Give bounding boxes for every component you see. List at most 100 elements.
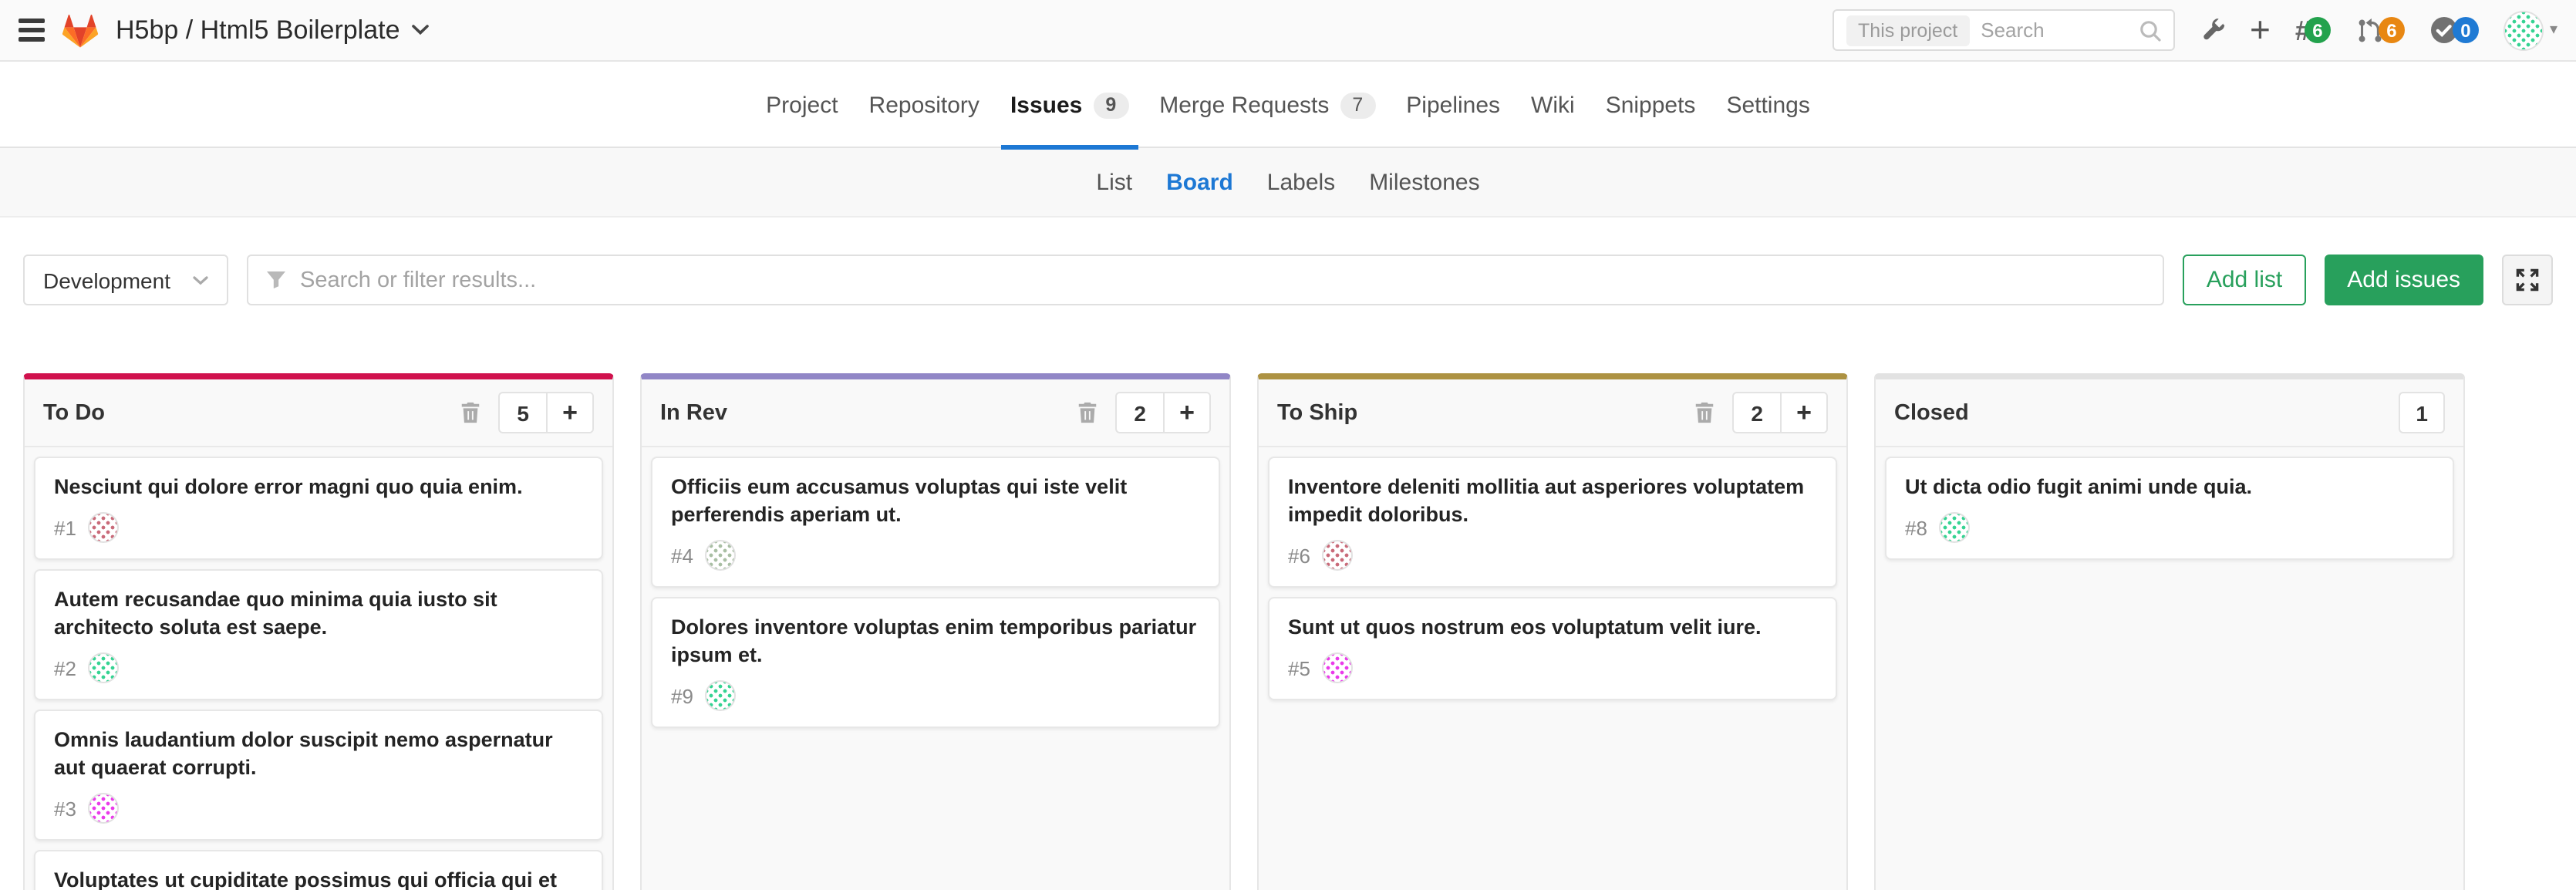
issues-count-badge: 6 — [2305, 17, 2331, 43]
trash-icon — [1077, 401, 1098, 424]
tab-repository[interactable]: Repository — [869, 62, 979, 148]
board-search-input[interactable] — [300, 268, 2146, 292]
issue-count: 2 — [1734, 393, 1780, 432]
merge-requests-button[interactable]: 6 — [2355, 16, 2405, 44]
tab-wiki[interactable]: Wiki — [1531, 62, 1575, 148]
trash-icon — [1694, 401, 1715, 424]
column-header: To Do 5 + — [25, 379, 612, 447]
issue-card[interactable]: Omnis laudantium dolor suscipit nemo asp… — [34, 710, 603, 841]
milestone-dropdown[interactable]: Development — [23, 255, 228, 305]
issue-title: Voluptates ut cupiditate possimus qui of… — [54, 868, 583, 890]
chevron-down-icon — [192, 275, 207, 285]
tab-issues-label: Issues — [1010, 92, 1082, 118]
board-column-todo: To Do 5 + Nesciunt qui dolore error magn… — [23, 373, 614, 890]
delete-list-button[interactable] — [1077, 401, 1098, 424]
issue-id: #5 — [1288, 656, 1310, 679]
column-title: In Rev — [660, 400, 727, 425]
assignee-avatar[interactable] — [89, 794, 120, 824]
hamburger-menu-icon[interactable] — [19, 19, 45, 41]
issue-count: 1 — [2399, 392, 2445, 433]
column-header: To Ship 2 + — [1259, 379, 1846, 447]
column-title: To Ship — [1277, 400, 1357, 425]
assignee-avatar[interactable] — [89, 512, 120, 543]
delete-list-button[interactable] — [1694, 401, 1715, 424]
issue-card[interactable]: Nesciunt qui dolore error magni quo quia… — [34, 457, 603, 560]
issue-card[interactable]: Sunt ut quos nostrum eos voluptatum veli… — [1268, 597, 1837, 700]
card-list: Ut dicta odio fugit animi unde quia. #8 — [1876, 447, 2463, 569]
add-issues-button[interactable]: Add issues — [2324, 255, 2483, 305]
column-title: Closed — [1894, 400, 1969, 425]
add-issue-to-list-button[interactable]: + — [1163, 393, 1209, 432]
column-count-control: 2 + — [1115, 392, 1211, 433]
chevron-down-icon — [413, 25, 430, 35]
issue-card[interactable]: Voluptates ut cupiditate possimus qui of… — [34, 851, 603, 890]
add-list-button[interactable]: Add list — [2183, 255, 2305, 305]
assignee-avatar[interactable] — [1323, 540, 1354, 571]
column-title: To Do — [43, 400, 105, 425]
new-menu-button[interactable]: + — [2250, 12, 2271, 48]
gitlab-logo-icon[interactable] — [62, 13, 99, 47]
tab-pipelines[interactable]: Pipelines — [1406, 62, 1500, 148]
tab-settings[interactable]: Settings — [1726, 62, 1809, 148]
board-column-to-ship: To Ship 2 + Inventore deleniti mollitia … — [1257, 373, 1848, 890]
tab-merge-requests-label: Merge Requests — [1159, 92, 1329, 118]
delete-list-button[interactable] — [460, 401, 481, 424]
issue-title: Ut dicta odio fugit animi unde quia. — [1905, 474, 2434, 501]
board-column-closed: Closed 1 Ut dicta odio fugit animi unde … — [1874, 373, 2465, 890]
issue-count: 2 — [1117, 393, 1163, 432]
subnav-labels[interactable]: Labels — [1267, 169, 1335, 195]
project-switcher[interactable]: H5bp / Html5 Boilerplate — [116, 15, 430, 46]
wrench-icon — [2199, 17, 2225, 43]
issue-id: #3 — [54, 797, 76, 821]
issue-title: Autem recusandae quo minima quia iusto s… — [54, 586, 583, 642]
fullscreen-button[interactable] — [2502, 255, 2553, 305]
assignee-avatar[interactable] — [89, 652, 120, 683]
assignee-avatar[interactable] — [706, 681, 737, 712]
project-nav: Project Repository Issues 9 Merge Reques… — [0, 62, 2576, 148]
project-title: H5bp / Html5 Boilerplate — [116, 15, 400, 46]
merge-requests-tab-badge: 7 — [1340, 92, 1375, 118]
issue-board: To Do 5 + Nesciunt qui dolore error magn… — [0, 305, 2576, 890]
issue-card[interactable]: Dolores inventore voluptas enim temporib… — [651, 597, 1220, 728]
navbar-right: This project + # 6 6 — [1832, 9, 2557, 51]
tab-snippets[interactable]: Snippets — [1606, 62, 1696, 148]
issue-id: #6 — [1288, 544, 1310, 567]
user-avatar — [2504, 10, 2544, 50]
caret-down-icon: ▾ — [2550, 22, 2557, 39]
card-list: Nesciunt qui dolore error magni quo quia… — [25, 447, 612, 890]
admin-wrench-button[interactable] — [2199, 17, 2225, 43]
issue-title: Nesciunt qui dolore error magni quo quia… — [54, 474, 583, 501]
todos-button[interactable]: 0 — [2429, 15, 2479, 45]
column-header: Closed 1 — [1876, 379, 2463, 447]
issue-id: #9 — [671, 685, 693, 708]
column-count-control: 2 + — [1732, 392, 1828, 433]
assigned-issues-button[interactable]: # 6 — [2295, 16, 2331, 44]
trash-icon — [460, 401, 481, 424]
board-search[interactable] — [246, 255, 2165, 305]
add-issue-to-list-button[interactable]: + — [546, 393, 592, 432]
subnav-milestones[interactable]: Milestones — [1369, 169, 1479, 195]
global-search[interactable]: This project — [1832, 9, 2174, 51]
issue-id: #8 — [1905, 516, 1927, 539]
issue-card[interactable]: Officiis eum accusamus voluptas qui iste… — [651, 457, 1220, 588]
add-issue-to-list-button[interactable]: + — [1780, 393, 1826, 432]
tab-issues[interactable]: Issues 9 — [1010, 62, 1128, 148]
assignee-avatar[interactable] — [706, 540, 737, 571]
subnav-list[interactable]: List — [1096, 169, 1132, 195]
issue-id: #2 — [54, 656, 76, 679]
subnav-board[interactable]: Board — [1166, 169, 1233, 195]
search-input[interactable] — [1981, 19, 2128, 42]
filter-funnel-icon — [265, 270, 286, 290]
assignee-avatar[interactable] — [1323, 652, 1354, 683]
issue-card[interactable]: Autem recusandae quo minima quia iusto s… — [34, 569, 603, 700]
issue-id: #1 — [54, 516, 76, 539]
user-menu[interactable]: ▾ — [2504, 10, 2557, 50]
assignee-avatar[interactable] — [1940, 512, 1971, 543]
issue-card[interactable]: Inventore deleniti mollitia aut asperior… — [1268, 457, 1837, 588]
issue-count: 5 — [500, 393, 546, 432]
tab-merge-requests[interactable]: Merge Requests 7 — [1159, 62, 1375, 148]
column-count-control: 5 + — [498, 392, 594, 433]
issue-card[interactable]: Ut dicta odio fugit animi unde quia. #8 — [1885, 457, 2454, 560]
tab-project[interactable]: Project — [766, 62, 838, 148]
milestone-dropdown-label: Development — [43, 268, 170, 292]
